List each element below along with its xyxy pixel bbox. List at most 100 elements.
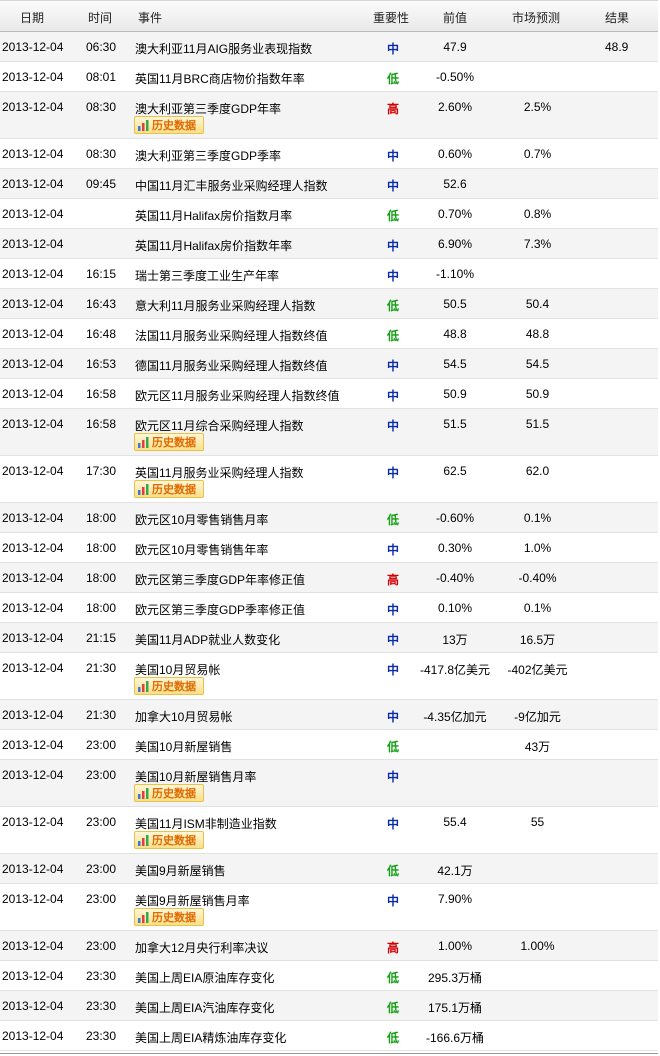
history-data-button[interactable]: 历史数据 — [134, 480, 204, 498]
row-previous: -0.40% — [435, 571, 475, 585]
table-row[interactable]: 2013-12-04 16:15 瑞士第三季度工业生产年率 中 -1.10% — [0, 259, 658, 289]
row-importance: 中 — [386, 419, 399, 433]
row-event: 美国上周EIA精炼油库存变化 — [135, 1031, 287, 1045]
row-date: 2013-12-04 — [2, 939, 64, 953]
table-row[interactable]: 2013-12-04 21:30 美国10月贸易帐 中 -417.8亿美元 -402亿美元… — [0, 653, 658, 700]
history-data-label: 历史数据 — [152, 120, 196, 132]
header-importance[interactable]: 重要性 — [373, 9, 409, 26]
row-event: 中国11月汇丰服务业采购经理人指数 — [135, 179, 328, 193]
row-forecast: 1.0% — [523, 541, 552, 555]
table-row[interactable]: 2013-12-04 23:00 加拿大12月央行利率决议 高 1.00% 1.00% — [0, 931, 658, 961]
row-date: 2013-12-04 — [2, 387, 64, 401]
header-result[interactable]: 结果 — [605, 9, 629, 26]
row-date: 2013-12-04 — [2, 708, 64, 722]
row-date: 2013-12-04 — [2, 862, 64, 876]
row-importance: 中 — [386, 710, 399, 724]
table-row[interactable]: 2013-12-04 23:30 美国上周EIA汽油库存变化 低 175.1万桶 — [0, 991, 658, 1021]
history-data-label: 历史数据 — [152, 912, 196, 924]
row-event: 欧元区11月服务业采购经理人指数终值 — [135, 389, 340, 403]
header-event[interactable]: 事件 — [138, 9, 162, 26]
row-forecast: -402亿美元 — [507, 663, 568, 677]
row-time: 23:00 — [86, 892, 117, 906]
chart-icon — [138, 911, 149, 923]
history-data-button[interactable]: 历史数据 — [134, 784, 204, 802]
row-time: 08:01 — [86, 70, 117, 84]
history-data-button[interactable]: 历史数据 — [134, 908, 204, 926]
row-event: 加拿大10月贸易帐 — [135, 710, 233, 724]
row-forecast: 16.5万 — [519, 633, 556, 647]
row-forecast: 2.5% — [523, 100, 552, 114]
row-previous: -4.35亿加元 — [423, 710, 487, 724]
row-time: 18:00 — [86, 511, 117, 525]
table-row[interactable]: 2013-12-04 英国11月Halifax房价指数月率 低 0.70% 0.8% — [0, 199, 658, 229]
table-row[interactable]: 2013-12-04 06:30 澳大利亚11月AIG服务业表现指数 中 47.9 48.… — [0, 32, 658, 62]
row-forecast: 1.00% — [520, 939, 555, 953]
row-time: 21:30 — [86, 661, 117, 675]
table-row[interactable]: 2013-12-04 23:00 美国10月新屋销售 低 43万 — [0, 730, 658, 760]
header-time[interactable]: 时间 — [88, 9, 112, 26]
row-event: 欧元区11月综合采购经理人指数 — [135, 419, 304, 433]
table-row[interactable]: 2013-12-04 09:45 中国11月汇丰服务业采购经理人指数 中 52.6 — [0, 169, 658, 199]
table-row[interactable]: 2013-12-04 16:58 欧元区11月服务业采购经理人指数终值 中 50.9 50… — [0, 379, 658, 409]
row-event: 欧元区第三季度GDP年率修正值 — [135, 573, 306, 587]
table-row[interactable]: 2013-12-04 21:15 美国11月ADP就业人数变化 中 13万 16.5万 — [0, 623, 658, 653]
history-data-button[interactable]: 历史数据 — [134, 116, 204, 134]
table-bottom-border — [0, 1053, 658, 1054]
row-importance: 低 — [386, 72, 399, 86]
table-row[interactable]: 2013-12-04 16:48 法国11月服务业采购经理人指数终值 低 48.8 48.… — [0, 319, 658, 349]
row-importance: 低 — [386, 209, 399, 223]
table-row[interactable]: 2013-12-04 英国11月Halifax房价指数年率 中 6.90% 7.3% — [0, 229, 658, 259]
row-date: 2013-12-04 — [2, 768, 64, 782]
table-row[interactable]: 2013-12-04 23:00 美国11月ISM非制造业指数 中 55.4 55 历史数据 — [0, 807, 658, 854]
table-row[interactable]: 2013-12-04 08:30 澳大利亚第三季度GDP季率 中 0.60% 0.7% — [0, 139, 658, 169]
table-row[interactable]: 2013-12-04 18:00 欧元区第三季度GDP年率修正值 高 -0.40% -0.… — [0, 563, 658, 593]
table-row[interactable]: 2013-12-04 08:01 英国11月BRC商店物价指数年率 低 -0.50% — [0, 62, 658, 92]
row-forecast: 51.5 — [525, 417, 550, 431]
row-importance: 中 — [386, 894, 399, 908]
table-row[interactable]: 2013-12-04 21:30 加拿大10月贸易帐 中 -4.35亿加元 -9亿加元 — [0, 700, 658, 730]
row-date: 2013-12-04 — [2, 100, 64, 114]
history-data-label: 历史数据 — [152, 835, 196, 847]
table-row[interactable]: 2013-12-04 23:30 美国上周EIA精炼油库存变化 低 -166.6万桶 — [0, 1021, 658, 1051]
row-date: 2013-12-04 — [2, 969, 64, 983]
table-row[interactable]: 2013-12-04 23:30 美国上周EIA原油库存变化 低 295.3万桶 — [0, 961, 658, 991]
table-row[interactable]: 2013-12-04 17:30 英国11月服务业采购经理人指数 中 62.5 62.0 历… — [0, 456, 658, 503]
table-row[interactable]: 2013-12-04 16:58 欧元区11月综合采购经理人指数 中 51.5 51.5 历… — [0, 409, 658, 456]
table-row[interactable]: 2013-12-04 23:00 美国9月新屋销售月率 中 7.90% 历史数据 — [0, 884, 658, 931]
row-event: 德国11月服务业采购经理人指数终值 — [135, 359, 328, 373]
history-data-label: 历史数据 — [152, 484, 196, 496]
row-time: 18:00 — [86, 601, 117, 615]
row-date: 2013-12-04 — [2, 267, 64, 281]
row-event: 美国10月新屋销售月率 — [135, 770, 257, 784]
row-time: 21:30 — [86, 708, 117, 722]
history-data-button[interactable]: 历史数据 — [134, 831, 204, 849]
row-time: 16:58 — [86, 417, 117, 431]
row-previous: 55.4 — [443, 815, 467, 829]
header-date[interactable]: 日期 — [20, 9, 44, 26]
row-previous: 13万 — [442, 633, 468, 647]
row-date: 2013-12-04 — [2, 738, 64, 752]
table-row[interactable]: 2013-12-04 18:00 欧元区10月零售销售月率 低 -0.60% 0.1% — [0, 503, 658, 533]
table-row[interactable]: 2013-12-04 18:00 欧元区10月零售销售年率 中 0.30% 1.0% — [0, 533, 658, 563]
history-data-label: 历史数据 — [152, 681, 196, 693]
table-row[interactable]: 2013-12-04 16:43 意大利11月服务业采购经理人指数 低 50.5 50.4 — [0, 289, 658, 319]
table-row[interactable]: 2013-12-04 23:00 美国9月新屋销售 低 42.1万 — [0, 854, 658, 884]
row-previous: 0.60% — [437, 147, 473, 161]
row-time: 18:00 — [86, 541, 117, 555]
row-importance: 中 — [386, 389, 399, 403]
row-time: 23:30 — [86, 999, 117, 1013]
chart-icon — [138, 436, 149, 448]
table-row[interactable]: 2013-12-04 08:30 澳大利亚第三季度GDP年率 高 2.60% 2.5% 历史… — [0, 92, 658, 139]
table-row[interactable]: 2013-12-04 23:00 美国10月新屋销售月率 中历史数据 — [0, 760, 658, 807]
row-date: 2013-12-04 — [2, 40, 64, 54]
row-previous: -0.50% — [435, 70, 475, 84]
header-previous[interactable]: 前值 — [443, 9, 467, 26]
row-importance: 低 — [386, 329, 399, 343]
history-data-button[interactable]: 历史数据 — [134, 677, 204, 695]
table-row[interactable]: 2013-12-04 18:00 欧元区第三季度GDP季率修正值 中 0.10% 0.1% — [0, 593, 658, 623]
table-row[interactable]: 2013-12-04 16:53 德国11月服务业采购经理人指数终值 中 54.5 54.… — [0, 349, 658, 379]
history-data-button[interactable]: 历史数据 — [134, 433, 204, 451]
row-previous: 0.30% — [437, 541, 473, 555]
header-forecast[interactable]: 市场预测 — [512, 9, 560, 26]
row-previous: 1.00% — [437, 939, 473, 953]
